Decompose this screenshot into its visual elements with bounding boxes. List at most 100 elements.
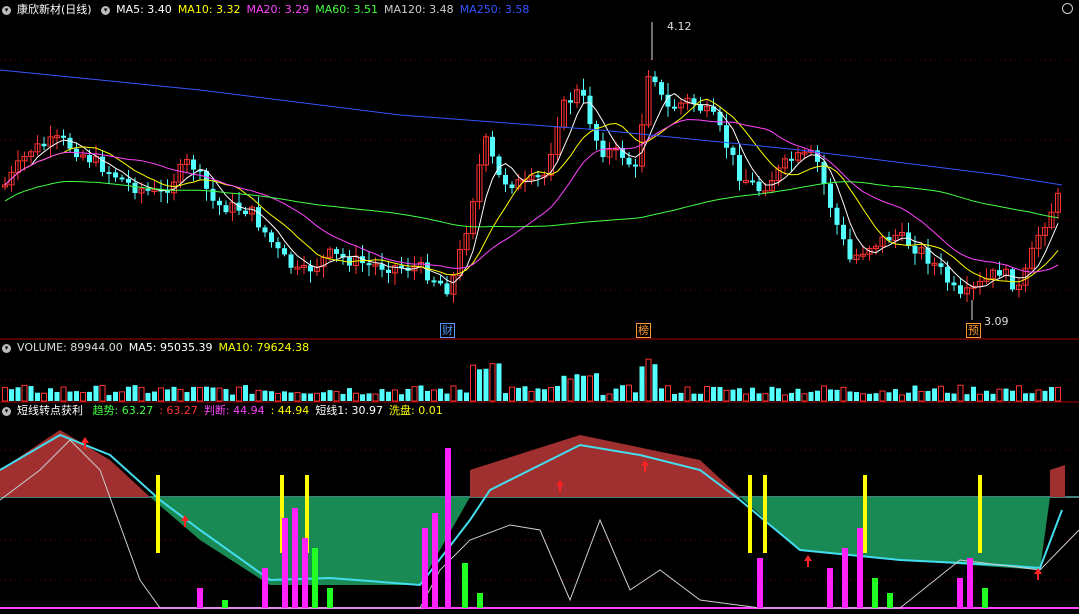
volume-bar-down <box>613 388 619 401</box>
candle-down <box>938 263 944 267</box>
judgement-bar <box>422 528 428 608</box>
high-price-label: 4.12 <box>667 20 692 33</box>
volume-bar-down <box>964 394 970 401</box>
candle-down <box>724 125 729 148</box>
volume-bar-down <box>639 366 645 401</box>
volume-bar-down <box>652 364 658 401</box>
volume-bar-down <box>854 392 859 401</box>
candle-down <box>106 172 112 175</box>
volume-bar-up <box>314 392 320 402</box>
price-panel-header: ▾ 康欣新材(日线) ▾ MA5: 3.40 MA10: 3.32 MA20: 3.29… <box>2 2 541 18</box>
volume-bar-up <box>158 387 164 402</box>
volume-bar-down <box>87 391 92 401</box>
indicator-legend-item-4: 短线1: 30.97 <box>315 404 384 417</box>
kline-chart-canvas[interactable] <box>0 0 1079 614</box>
candle-down <box>535 175 541 178</box>
panel-toggle-icon[interactable] <box>1062 3 1073 14</box>
volume-bar-down <box>67 391 73 401</box>
volume-bar-down <box>698 393 703 401</box>
volume-bars[interactable] <box>2 358 1061 402</box>
volume-bar-up <box>294 392 301 402</box>
volume-bar-up <box>782 394 788 402</box>
volume-bar-down <box>659 388 664 401</box>
volume-bar-down <box>204 386 209 401</box>
volume-bar-down <box>620 385 625 401</box>
volume-bar-down <box>269 391 274 401</box>
volume-bar-down <box>477 369 482 401</box>
volume-legend-item-2: MA10: 79624.38 <box>218 341 310 354</box>
candle-down <box>132 182 138 194</box>
event-tag-billboard[interactable]: 榜 <box>636 323 651 338</box>
indicator-panel-header: ▾ 短线转点获利 趋势: 63.27: 63.27 判断: 44.94: 44.94… <box>2 403 455 419</box>
volume-bar-up <box>177 388 184 402</box>
candle-down <box>431 280 437 283</box>
candle-down <box>912 245 918 254</box>
ma-settings-icon[interactable]: ▾ <box>101 5 111 15</box>
volume-bar-down <box>730 389 736 401</box>
trend-bar <box>222 600 228 608</box>
volume-bar-down <box>516 387 521 401</box>
volume-bar-down <box>756 393 762 401</box>
volume-bar-down <box>834 389 840 401</box>
candle-down <box>217 200 222 206</box>
candle-down <box>119 177 125 180</box>
volume-bar-down <box>386 391 391 401</box>
volume-bar-up <box>236 386 242 402</box>
trend-bar <box>887 593 893 608</box>
volume-bar-up <box>821 385 827 402</box>
volume-bar-down <box>737 388 742 401</box>
volume-bar-up <box>99 385 106 402</box>
volume-bar-up <box>567 378 574 402</box>
indicator-legend-item-5: 洗盘: 0.01 <box>389 404 443 417</box>
volume-bar-down <box>984 390 989 401</box>
volume-panel-header: ▾ VOLUME: 89944.00 MA5: 95035.39 MA10: 7962… <box>2 340 321 356</box>
volume-bar-down <box>971 386 976 401</box>
volume-menu-icon[interactable]: ▾ <box>2 343 11 353</box>
trend-bar <box>477 593 483 608</box>
volume-bar-up <box>431 389 437 402</box>
candle-down <box>581 89 586 96</box>
candle-down <box>997 270 1002 276</box>
ma-legend-item-4: MA120: 3.48 <box>383 3 454 16</box>
volume-bar-up <box>860 393 866 402</box>
candle-down <box>490 136 495 157</box>
volume-bar-down <box>425 390 430 401</box>
stock-title: 康欣新材(日线) <box>17 3 92 16</box>
candle-down <box>67 137 73 149</box>
volume-bar-down <box>282 391 287 401</box>
volume-bar-down <box>28 386 34 401</box>
volume-bar-down <box>808 391 814 401</box>
volume-bar-up <box>372 393 379 402</box>
volume-bar-down <box>925 390 931 401</box>
judgement-bar <box>197 588 203 608</box>
panel-menu-icon[interactable]: ▾ <box>2 5 11 15</box>
candle-down <box>282 248 287 255</box>
volume-bar-up <box>411 386 418 402</box>
volume-bar-up <box>723 389 730 402</box>
volume-bar-down <box>886 392 892 401</box>
volume-bar-down <box>340 393 346 401</box>
volume-bar-down <box>522 386 528 401</box>
indicator-legend-item-0: 趋势: 63.27 <box>92 404 154 417</box>
volume-legend-item-1: MA5: 95035.39 <box>128 341 213 354</box>
candle-down <box>223 205 229 213</box>
volume-bar-down <box>1023 393 1028 401</box>
candle-down <box>288 254 294 268</box>
trend-bar <box>312 548 318 608</box>
event-tag-forecast[interactable]: 预 <box>966 323 981 338</box>
indicator-menu-icon[interactable]: ▾ <box>2 406 11 416</box>
volume-bar-up <box>41 392 47 402</box>
judgement-bar <box>857 528 863 608</box>
volume-bar-down <box>171 386 177 401</box>
volume-bar-up <box>626 384 632 402</box>
volume-bar-down <box>561 375 567 401</box>
candle-down <box>509 184 515 189</box>
candle-down <box>438 280 443 284</box>
volume-bar-up <box>1016 385 1022 402</box>
judgement-bar <box>432 513 438 608</box>
event-tag-financial[interactable]: 财 <box>440 323 455 338</box>
candle-down <box>503 174 508 185</box>
indicator-red-area <box>470 435 740 497</box>
volume-bar-down <box>15 387 21 401</box>
volume-bar-up <box>977 393 983 402</box>
